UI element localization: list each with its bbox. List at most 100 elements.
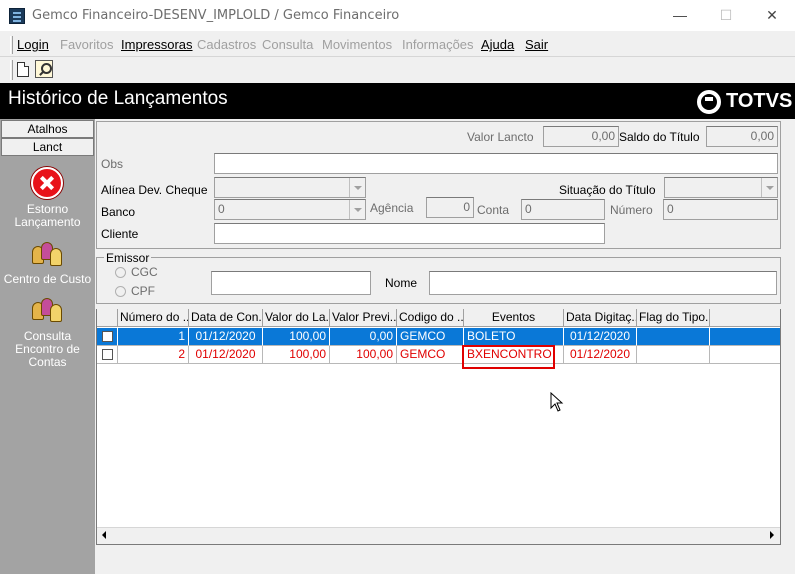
app-icon	[9, 8, 25, 24]
maximize-button[interactable]: ☐	[703, 0, 749, 31]
menu-login[interactable]: Login	[17, 37, 49, 52]
menu-informacoes[interactable]: Informações	[402, 37, 474, 52]
cell-valor-prev: 0,00	[330, 328, 397, 346]
banco-label: Banco	[101, 205, 136, 219]
cpf-radio[interactable]	[115, 286, 126, 297]
menu-ajuda-label: Ajuda	[481, 37, 515, 52]
mouse-cursor-icon	[550, 392, 564, 412]
cell-filler	[710, 328, 780, 346]
alinea-select[interactable]	[214, 177, 366, 198]
row-checkbox[interactable]	[101, 349, 113, 360]
totvs-logo-icon	[697, 90, 721, 114]
cgc-radio[interactable]	[115, 267, 126, 278]
scrollbar-thumb[interactable]	[116, 529, 761, 542]
cell-data-con: 01/12/2020	[189, 328, 263, 346]
agencia-label: Agência	[370, 201, 414, 215]
grid-header-select	[97, 309, 118, 327]
banco-value: 0	[218, 202, 225, 216]
menu-bar	[0, 31, 795, 57]
col-data-dig[interactable]: Data Digitaç...	[564, 309, 637, 327]
saldo-titulo-label: Saldo do Título	[619, 130, 700, 144]
col-codigo[interactable]: Codigo do ...	[397, 309, 464, 327]
cell-data-dig: 01/12/2020	[564, 328, 637, 346]
new-document-icon[interactable]	[17, 62, 29, 77]
menu-sair-label: Sair	[525, 37, 549, 52]
col-valor[interactable]: Valor do La...	[263, 309, 330, 327]
cell-codigo: GEMCO	[397, 328, 464, 346]
col-flag[interactable]: Flag do Tipo...	[637, 309, 710, 327]
centro-de-custo-button[interactable]: Centro de Custo	[0, 273, 95, 286]
estorno-lancamento-button[interactable]: Estorno Lançamento	[0, 203, 95, 229]
conta-field[interactable]: 0	[521, 199, 605, 220]
menu-cadastros[interactable]: Cadastros	[197, 37, 256, 52]
people-icon[interactable]	[30, 296, 64, 324]
obs-field[interactable]	[214, 153, 778, 174]
obs-label: Obs	[101, 157, 124, 171]
cell-flag	[637, 346, 710, 364]
agencia-field[interactable]: 0	[426, 197, 474, 218]
estorno-label-line2: Lançamento	[14, 215, 81, 229]
menu-impressoras[interactable]: Impressoras	[121, 37, 193, 52]
row-checkbox-cell[interactable]	[97, 346, 118, 364]
chevron-down-icon[interactable]	[349, 200, 365, 219]
menu-grip	[10, 36, 13, 54]
consulta-label-line3: Contas	[28, 355, 67, 369]
scroll-left-arrow-icon[interactable]	[97, 527, 114, 544]
toolbar-grip	[10, 60, 13, 80]
emissor-doc-field[interactable]	[211, 271, 371, 295]
scroll-right-arrow-icon[interactable]	[763, 527, 780, 544]
nome-field[interactable]	[429, 271, 777, 295]
cell-numero: 2	[118, 346, 189, 364]
col-valor-prev[interactable]: Valor Previ...	[330, 309, 397, 327]
cell-numero: 1	[118, 328, 189, 346]
menu-movimentos[interactable]: Movimentos	[322, 37, 392, 52]
numero-label: Número	[610, 203, 653, 217]
cgc-label: CGC	[131, 265, 158, 279]
row-checkbox[interactable]	[101, 331, 113, 342]
emissor-legend: Emissor	[104, 251, 152, 265]
col-eventos[interactable]: Eventos	[464, 309, 564, 327]
cell-valor: 100,00	[263, 346, 330, 364]
people-icon[interactable]	[30, 240, 64, 268]
toolbar	[0, 57, 795, 83]
cell-filler	[710, 346, 780, 364]
col-numero[interactable]: Número do ...	[118, 309, 189, 327]
col-data-con[interactable]: Data de Con...	[189, 309, 263, 327]
centro-label: Centro de Custo	[3, 272, 92, 286]
numero-field[interactable]: 0	[663, 199, 778, 220]
menu-sair[interactable]: Sair	[525, 37, 548, 52]
cell-flag	[637, 328, 710, 346]
cell-valor: 100,00	[263, 328, 330, 346]
close-button[interactable]: ✕	[749, 0, 795, 31]
cell-valor-prev: 100,00	[330, 346, 397, 364]
valor-lancto-field[interactable]: 0,00	[543, 126, 619, 147]
conta-label: Conta	[477, 203, 510, 217]
situacao-label: Situação do Título	[559, 183, 656, 197]
menu-ajuda[interactable]: Ajuda	[481, 37, 514, 52]
consulta-encontro-button[interactable]: Consulta Encontro de Contas	[0, 330, 95, 369]
banco-select[interactable]: 0	[214, 199, 366, 220]
cancel-icon[interactable]	[31, 167, 63, 199]
title-bar: Gemco Financeiro-DESENV_IMPLOLD / Gemco …	[0, 0, 795, 31]
valor-lancto-label: Valor Lancto	[467, 130, 534, 144]
cell-codigo: GEMCO	[397, 346, 464, 364]
row-checkbox-cell[interactable]	[97, 328, 118, 346]
tab-atalhos[interactable]: Atalhos	[1, 120, 94, 138]
cpf-label: CPF	[131, 284, 155, 298]
chevron-down-icon[interactable]	[349, 178, 365, 197]
tab-lanct[interactable]: Lanct	[1, 138, 94, 156]
chevron-down-icon[interactable]	[761, 178, 777, 197]
menu-consulta[interactable]: Consulta	[262, 37, 313, 52]
minimize-button[interactable]: —	[657, 0, 703, 31]
cliente-field[interactable]	[214, 223, 605, 244]
search-document-icon[interactable]	[35, 60, 53, 78]
page-header: Histórico de Lançamentos TOTVS	[0, 83, 795, 119]
cell-data-dig: 01/12/2020	[564, 346, 637, 364]
menu-favoritos[interactable]: Favoritos	[60, 37, 113, 52]
cell-eventos: BOLETO	[464, 328, 564, 346]
situacao-select[interactable]	[664, 177, 778, 198]
saldo-titulo-field[interactable]: 0,00	[706, 126, 778, 147]
page-title: Histórico de Lançamentos	[8, 88, 228, 109]
menu-login-label: Login	[17, 37, 49, 52]
menu-impressoras-label: Impressoras	[121, 37, 193, 52]
